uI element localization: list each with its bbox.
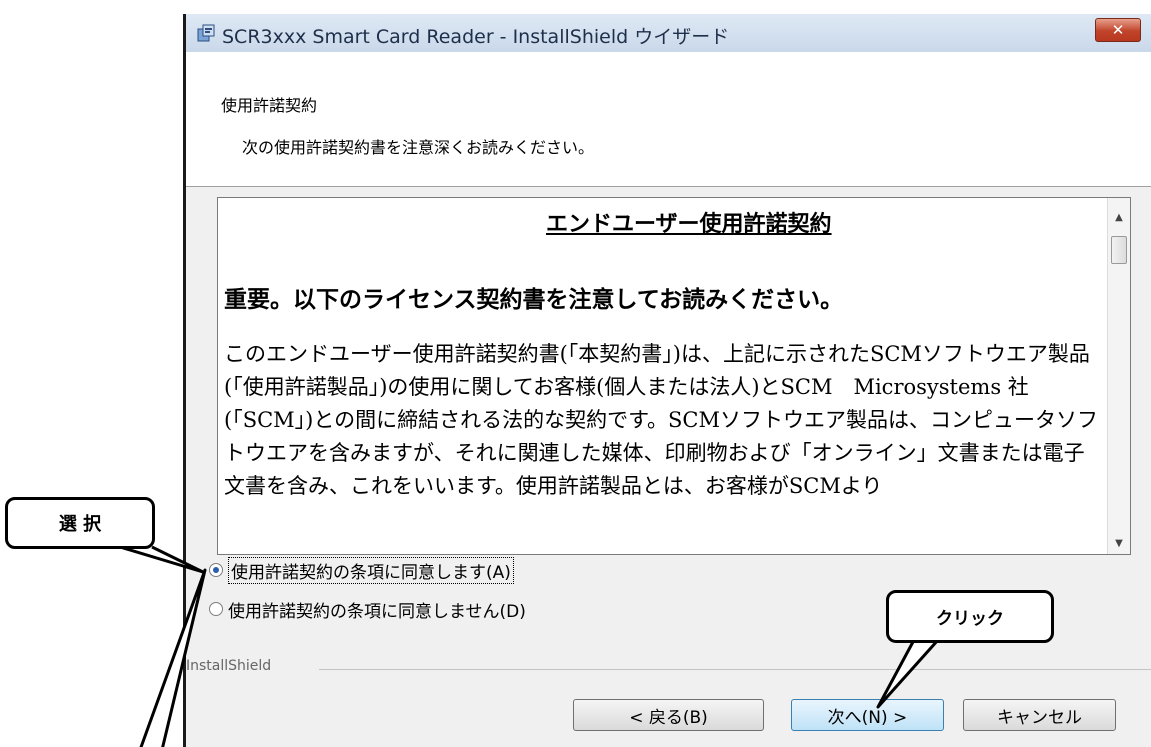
click-callout: クリック — [886, 590, 1054, 643]
click-callout-label: クリック — [936, 609, 1004, 629]
